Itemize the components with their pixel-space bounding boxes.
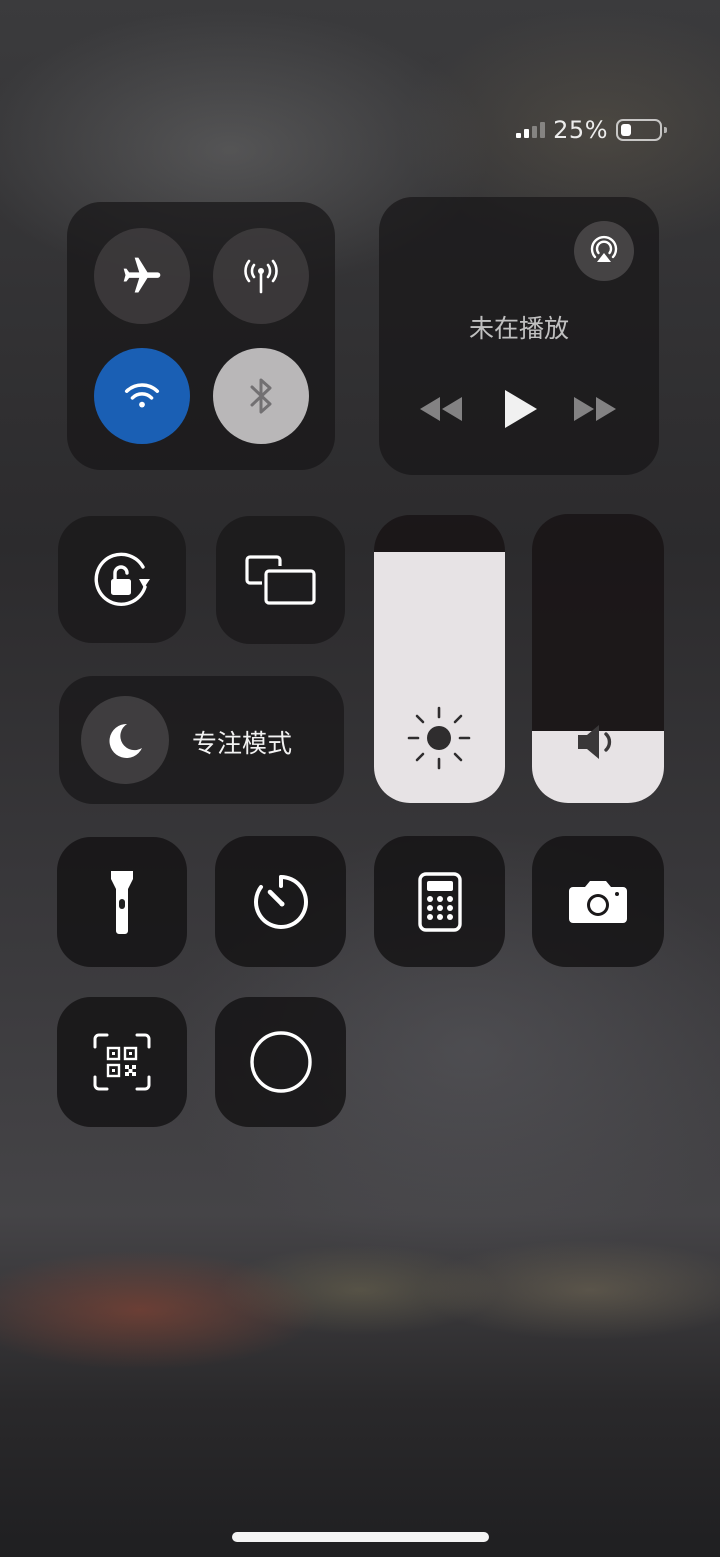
connectivity-panel [67,202,335,470]
wifi-toggle[interactable] [94,348,190,444]
screen-recording-icon [249,1031,312,1093]
airplane-icon [123,257,161,293]
next-track-button[interactable] [571,389,621,429]
orientation-lock-toggle[interactable] [58,516,186,643]
qr-code-scanner-icon [93,1033,151,1091]
play-icon [505,390,537,428]
status-bar: 25% [516,116,667,144]
home-indicator[interactable] [232,1532,489,1542]
orientation-lock-icon [94,552,150,606]
timer-icon [253,874,308,929]
previous-track-button[interactable] [415,389,465,429]
cellular-data-toggle[interactable] [213,228,309,324]
brightness-icon [407,706,471,770]
timer-button[interactable] [215,836,346,967]
battery-percentage: 25% [553,116,608,144]
wifi-icon [124,383,160,408]
cellular-signal-icon [516,122,546,138]
battery-icon [616,119,667,141]
volume-slider[interactable] [532,514,664,803]
bluetooth-icon [250,378,272,414]
focus-mode-label: 专注模式 [192,729,293,758]
screen-recording-button[interactable] [215,997,346,1127]
camera-icon [569,880,627,923]
bluetooth-toggle[interactable] [213,348,309,444]
calculator-button[interactable] [374,836,505,967]
next-track-icon [574,397,616,421]
focus-mode-button[interactable]: 专注模式 [59,676,344,804]
airplay-button[interactable] [574,221,634,281]
focus-moon-badge [81,696,169,784]
airplane-mode-toggle[interactable] [94,228,190,324]
brightness-slider[interactable] [374,515,505,803]
moon-icon [109,723,142,758]
flashlight-icon [111,871,133,934]
previous-track-icon [420,397,462,421]
screen-mirroring-icon [244,555,316,605]
screen-mirroring-button[interactable] [216,516,345,644]
cellular-antenna-icon [244,259,278,294]
now-playing-panel: 未在播放 [379,197,659,475]
play-button[interactable] [494,385,544,433]
airplay-icon [590,235,618,262]
calculator-icon [417,871,462,932]
flashlight-button[interactable] [57,837,187,967]
speaker-icon [578,725,612,759]
camera-button[interactable] [532,836,664,967]
now-playing-label: 未在播放 [468,314,569,343]
qr-code-scanner-button[interactable] [57,997,187,1127]
